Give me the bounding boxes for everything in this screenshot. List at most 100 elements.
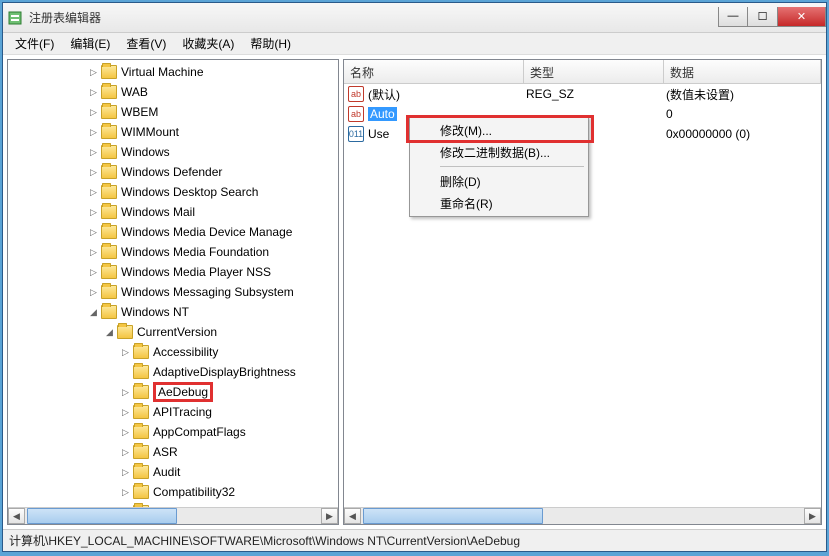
chevron-right-icon[interactable]: ▷ (120, 387, 131, 398)
tree-item[interactable]: ▷Windows Messaging Subsystem (8, 282, 338, 302)
folder-icon (101, 225, 117, 239)
menu-help[interactable]: 帮助(H) (242, 33, 299, 54)
menu-favorites[interactable]: 收藏夹(A) (174, 33, 242, 54)
list-pane: 名称 类型 数据 ab(默认)REG_SZ(数值未设置)abAuto0011Us… (343, 59, 822, 525)
folder-icon (133, 465, 149, 479)
scroll-left-button[interactable]: ◀ (344, 508, 361, 524)
tree-pane[interactable]: ▷Virtual Machine▷WAB▷WBEM▷WIMMount▷Windo… (7, 59, 339, 525)
list-body[interactable]: ab(默认)REG_SZ(数值未设置)abAuto0011UseDWORD0x0… (344, 84, 821, 524)
folder-icon (133, 345, 149, 359)
tree-item[interactable]: ▷Virtual Machine (8, 62, 338, 82)
chevron-down-icon[interactable]: ◢ (88, 307, 99, 318)
scroll-thumb[interactable] (363, 508, 543, 524)
tree-item[interactable]: ▷ WBEM (8, 102, 338, 122)
tree-item[interactable]: ▷AppCompatFlags (8, 422, 338, 442)
tree: ▷Virtual Machine▷WAB▷WBEM▷WIMMount▷Windo… (8, 60, 338, 522)
chevron-right-icon[interactable]: ▷ (88, 67, 99, 78)
tree-item[interactable]: ▷Windows (8, 142, 338, 162)
tree-item[interactable]: ▷Audit (8, 462, 338, 482)
maximize-button[interactable]: ☐ (748, 7, 778, 27)
status-path: 计算机\HKEY_LOCAL_MACHINE\SOFTWARE\Microsof… (9, 532, 520, 549)
tree-item[interactable]: AdaptiveDisplayBrightness (8, 362, 338, 382)
chevron-down-icon[interactable]: ◢ (104, 327, 115, 338)
chevron-right-icon[interactable]: ▷ (88, 187, 99, 198)
tree-scrollbar[interactable]: ◀ ▶ (8, 507, 338, 524)
window-buttons: — ☐ ✕ (718, 7, 826, 27)
tree-item[interactable]: ▷Windows Mail (8, 202, 338, 222)
tree-item[interactable]: ▷ APITracing (8, 402, 338, 422)
ctx-separator (440, 166, 584, 167)
chevron-right-icon[interactable]: ▷ (88, 207, 99, 218)
tree-item-label: WAB (121, 85, 148, 99)
ctx-modify-binary[interactable]: 修改二进制数据(B)... (412, 141, 586, 163)
scroll-right-button[interactable]: ▶ (321, 508, 338, 524)
tree-item-label: APITracing (153, 405, 212, 419)
scroll-thumb[interactable] (27, 508, 177, 524)
chevron-right-icon[interactable]: ▷ (88, 127, 99, 138)
col-name[interactable]: 名称 (344, 60, 524, 83)
tree-item[interactable]: ▷ASR (8, 442, 338, 462)
folder-icon (133, 365, 149, 379)
chevron-right-icon[interactable]: ▷ (88, 107, 99, 118)
tree-item[interactable]: ▷AeDebug (8, 382, 338, 402)
tree-item-label: AdaptiveDisplayBrightness (153, 365, 296, 379)
string-value-icon: ab (348, 86, 364, 102)
tree-item[interactable]: ▷Windows Defender (8, 162, 338, 182)
list-scrollbar[interactable]: ◀ ▶ (344, 507, 821, 524)
minimize-button[interactable]: — (718, 7, 748, 27)
folder-icon (101, 185, 117, 199)
col-type[interactable]: 类型 (524, 60, 664, 83)
value-data: 0 (664, 107, 821, 121)
chevron-right-icon[interactable]: ▷ (88, 287, 99, 298)
folder-icon (133, 485, 149, 499)
chevron-right-icon[interactable]: ▷ (120, 487, 131, 498)
chevron-right-icon[interactable]: ▷ (88, 227, 99, 238)
chevron-right-icon[interactable]: ▷ (120, 447, 131, 458)
tree-item-label: WBEM (121, 105, 158, 119)
binary-value-icon: 011 (348, 126, 364, 142)
value-row[interactable]: ab(默认)REG_SZ(数值未设置) (344, 84, 821, 104)
chevron-right-icon[interactable]: ▷ (120, 467, 131, 478)
folder-icon (101, 285, 117, 299)
tree-item[interactable]: ◢Windows NT (8, 302, 338, 322)
tree-item[interactable]: ▷Windows Desktop Search (8, 182, 338, 202)
scroll-track[interactable] (25, 508, 321, 524)
folder-icon (133, 405, 149, 419)
menu-view[interactable]: 查看(V) (118, 33, 174, 54)
scroll-track[interactable] (361, 508, 804, 524)
chevron-right-icon[interactable]: ▷ (88, 87, 99, 98)
chevron-right-icon[interactable]: ▷ (88, 167, 99, 178)
scroll-right-button[interactable]: ▶ (804, 508, 821, 524)
ctx-delete[interactable]: 删除(D) (412, 170, 586, 192)
value-name: Auto (368, 107, 397, 121)
tree-item[interactable]: ▷ WAB (8, 82, 338, 102)
chevron-right-icon[interactable]: ▷ (88, 267, 99, 278)
tree-item[interactable]: ▷Windows Media Foundation (8, 242, 338, 262)
tree-item[interactable]: ▷Compatibility32 (8, 482, 338, 502)
folder-icon (101, 205, 117, 219)
folder-icon (101, 125, 117, 139)
chevron-right-icon[interactable]: ▷ (120, 347, 131, 358)
folder-icon (101, 165, 117, 179)
ctx-rename[interactable]: 重命名(R) (412, 192, 586, 214)
chevron-right-icon[interactable]: ▷ (120, 407, 131, 418)
menu-file[interactable]: 文件(F) (7, 33, 62, 54)
col-data[interactable]: 数据 (664, 60, 821, 83)
tree-item[interactable]: ▷Windows Media Device Manage (8, 222, 338, 242)
chevron-right-icon[interactable]: ▷ (88, 147, 99, 158)
ctx-modify[interactable]: 修改(M)... (412, 119, 586, 141)
folder-icon (133, 445, 149, 459)
chevron-right-icon[interactable]: ▷ (88, 247, 99, 258)
tree-item[interactable]: ▷WIMMount (8, 122, 338, 142)
scroll-left-button[interactable]: ◀ (8, 508, 25, 524)
menu-edit[interactable]: 编辑(E) (62, 33, 118, 54)
tree-item[interactable]: ▷Windows Media Player NSS (8, 262, 338, 282)
close-button[interactable]: ✕ (778, 7, 826, 27)
menubar: 文件(F) 编辑(E) 查看(V) 收藏夹(A) 帮助(H) (3, 33, 826, 55)
tree-item[interactable]: ▷Accessibility (8, 342, 338, 362)
titlebar[interactable]: 注册表编辑器 — ☐ ✕ (3, 3, 826, 33)
folder-icon (101, 85, 117, 99)
context-menu: 修改(M)... 修改二进制数据(B)... 删除(D) 重命名(R) (409, 116, 589, 217)
tree-item[interactable]: ◢CurrentVersion (8, 322, 338, 342)
chevron-right-icon[interactable]: ▷ (120, 427, 131, 438)
